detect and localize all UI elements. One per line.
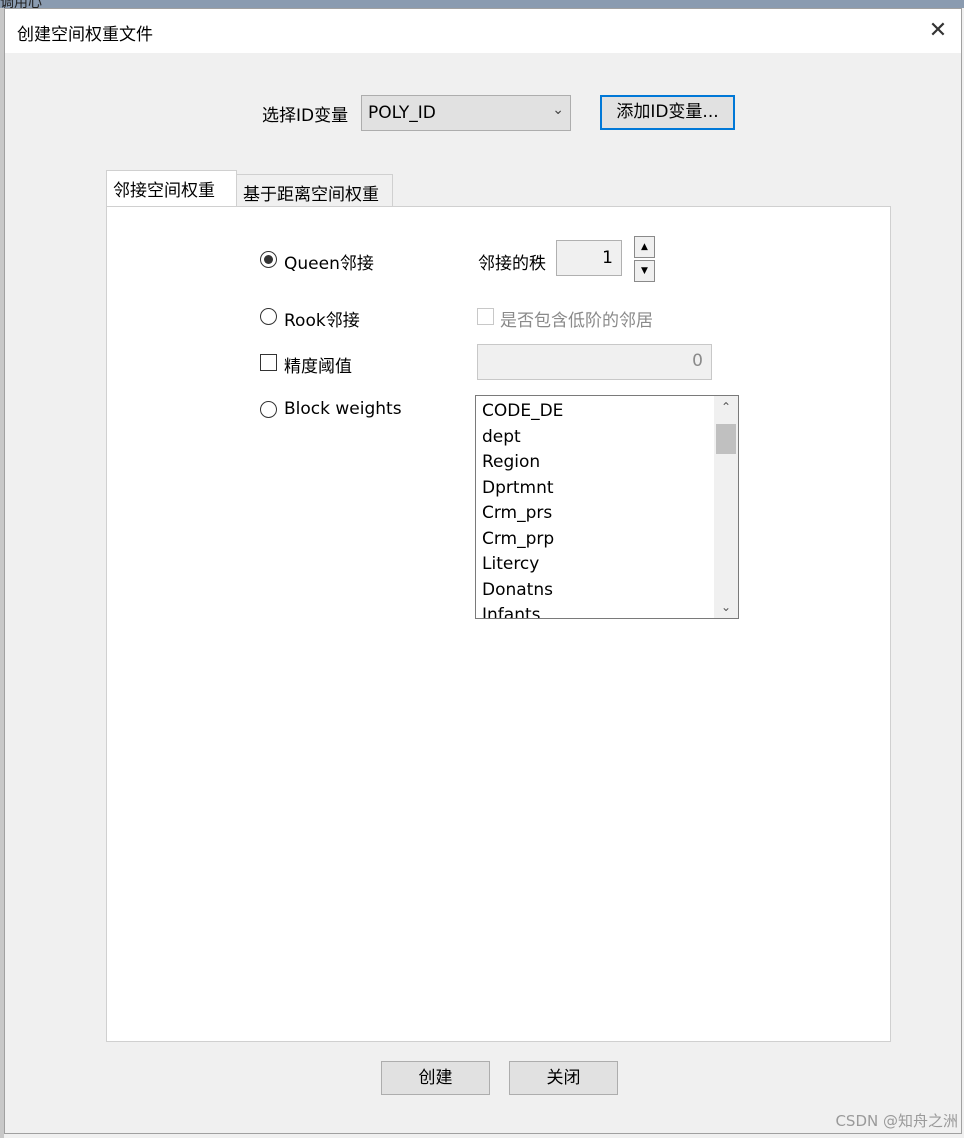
title-bar: 创建空间权重文件 ✕ bbox=[5, 9, 961, 53]
lower-order-checkbox[interactable] bbox=[477, 308, 494, 325]
order-input[interactable]: 1 bbox=[556, 240, 622, 276]
list-item[interactable]: Region bbox=[482, 450, 710, 476]
watermark: CSDN @知舟之洲 bbox=[835, 1112, 958, 1130]
create-weights-dialog: 创建空间权重文件 ✕ 选择ID变量 POLY_ID ⌄ 添加ID变量... 邻接… bbox=[4, 8, 962, 1134]
tab-distance-weights[interactable]: 基于距离空间权重 bbox=[236, 174, 393, 206]
list-item[interactable]: Crm_prp bbox=[482, 527, 710, 553]
chevron-down-icon: ⌄ bbox=[552, 102, 564, 118]
id-variable-label: 选择ID变量 bbox=[262, 106, 349, 126]
dialog-title: 创建空间权重文件 bbox=[17, 25, 153, 45]
list-item[interactable]: Crm_prs bbox=[482, 501, 710, 527]
spin-up-icon[interactable]: ▲ bbox=[634, 236, 655, 258]
scroll-up-icon[interactable]: ⌃ bbox=[714, 396, 738, 418]
radio-selected-dot bbox=[264, 255, 273, 264]
scroll-down-icon[interactable]: ⌄ bbox=[714, 596, 738, 618]
tab-contiguity-weights[interactable]: 邻接空间权重 bbox=[106, 170, 237, 206]
contiguity-panel bbox=[106, 206, 891, 1042]
spin-down-icon[interactable]: ▼ bbox=[634, 260, 655, 282]
order-value: 1 bbox=[602, 248, 613, 268]
list-item[interactable]: Litercy bbox=[482, 552, 710, 578]
list-items: CODE_DE dept Region Dprtmnt Crm_prs Crm_… bbox=[482, 399, 710, 618]
add-id-variable-button[interactable]: 添加ID变量... bbox=[600, 95, 735, 130]
queen-label[interactable]: Queen邻接 bbox=[284, 249, 374, 274]
list-item[interactable]: Infants bbox=[482, 603, 710, 618]
precision-threshold-input[interactable]: 0 bbox=[477, 344, 712, 380]
lower-order-label: 是否包含低阶的邻居 bbox=[500, 311, 653, 331]
id-variable-value: POLY_ID bbox=[368, 103, 436, 123]
list-item[interactable]: CODE_DE bbox=[482, 399, 710, 425]
close-icon[interactable]: ✕ bbox=[915, 9, 961, 53]
list-scrollbar[interactable]: ⌃ ⌄ bbox=[714, 396, 738, 618]
precision-threshold-value: 0 bbox=[692, 351, 703, 371]
list-item[interactable]: Dprtmnt bbox=[482, 476, 710, 502]
rook-label[interactable]: Rook邻接 bbox=[284, 306, 360, 331]
background-window-strip bbox=[0, 0, 964, 8]
rook-radio[interactable] bbox=[260, 308, 277, 325]
block-weights-label[interactable]: Block weights bbox=[284, 399, 402, 419]
precision-label[interactable]: 精度阈值 bbox=[284, 352, 352, 377]
block-weights-radio[interactable] bbox=[260, 401, 277, 418]
block-variables-list[interactable]: CODE_DE dept Region Dprtmnt Crm_prs Crm_… bbox=[475, 395, 739, 619]
scrollbar-thumb[interactable] bbox=[716, 424, 736, 454]
id-variable-dropdown[interactable]: POLY_ID ⌄ bbox=[361, 95, 571, 131]
create-button[interactable]: 创建 bbox=[381, 1061, 490, 1095]
precision-checkbox[interactable] bbox=[260, 354, 277, 371]
order-label: 邻接的秩 bbox=[478, 254, 546, 274]
list-item[interactable]: Donatns bbox=[482, 578, 710, 604]
queen-radio[interactable] bbox=[260, 251, 277, 268]
close-button[interactable]: 关闭 bbox=[509, 1061, 618, 1095]
list-item[interactable]: dept bbox=[482, 425, 710, 451]
